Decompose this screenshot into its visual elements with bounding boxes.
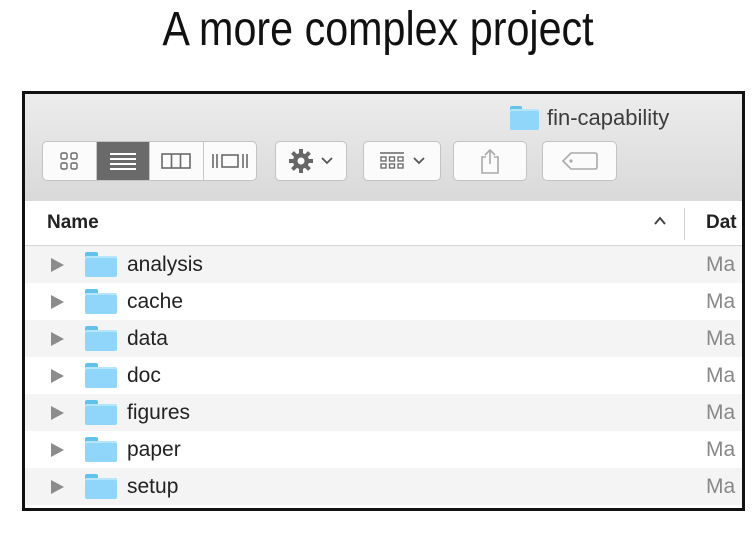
view-mode-group bbox=[42, 141, 257, 181]
disclosure-triangle-icon[interactable] bbox=[51, 480, 64, 494]
cover-flow-button[interactable] bbox=[204, 142, 257, 180]
list-view-button[interactable] bbox=[96, 142, 150, 180]
column-view-icon bbox=[161, 153, 192, 169]
gear-icon bbox=[289, 149, 313, 173]
action-menu-button[interactable] bbox=[275, 141, 347, 181]
icon-view-button[interactable] bbox=[43, 142, 97, 180]
file-name: figures bbox=[127, 401, 191, 424]
folder-icon bbox=[85, 474, 117, 499]
file-date: Ma bbox=[706, 475, 736, 498]
folder-icon bbox=[85, 437, 117, 462]
icon-view-icon bbox=[60, 152, 78, 170]
tag-button[interactable] bbox=[542, 141, 617, 181]
disclosure-triangle-icon[interactable] bbox=[51, 443, 64, 457]
file-name: doc bbox=[127, 364, 161, 387]
file-date: Ma bbox=[706, 327, 736, 350]
share-button[interactable] bbox=[453, 141, 527, 181]
folder-icon bbox=[85, 289, 117, 314]
window-title: fin-capability bbox=[510, 104, 669, 132]
folder-icon bbox=[85, 363, 117, 388]
disclosure-triangle-icon[interactable] bbox=[51, 258, 64, 272]
disclosure-triangle-icon[interactable] bbox=[51, 295, 64, 309]
tag-icon bbox=[561, 152, 598, 170]
cover-flow-icon bbox=[211, 154, 248, 168]
list-item[interactable]: setup Ma bbox=[25, 468, 742, 505]
list-view-icon bbox=[109, 153, 136, 170]
file-date: Ma bbox=[706, 364, 736, 387]
file-date: Ma bbox=[706, 253, 736, 276]
list-item[interactable]: paper Ma bbox=[25, 431, 742, 468]
disclosure-triangle-icon[interactable] bbox=[51, 332, 64, 346]
finder-window: fin-capability Name Dat analysis Ma cach… bbox=[22, 91, 745, 511]
file-name: cache bbox=[127, 290, 184, 313]
file-date: Ma bbox=[706, 438, 736, 461]
file-name: analysis bbox=[127, 253, 203, 276]
list-item[interactable]: data Ma bbox=[25, 320, 742, 357]
file-date: Ma bbox=[706, 290, 736, 313]
folder-icon bbox=[85, 252, 117, 277]
date-column-header[interactable]: Dat bbox=[706, 212, 737, 234]
slide-title: A more complex project bbox=[162, 3, 594, 56]
sort-ascending-icon[interactable] bbox=[653, 214, 667, 228]
arrange-grid-icon bbox=[380, 152, 404, 169]
window-title-text: fin-capability bbox=[547, 105, 670, 130]
chevron-down-icon bbox=[321, 157, 333, 165]
list-item[interactable]: analysis Ma bbox=[25, 246, 742, 283]
column-header: Name Dat bbox=[25, 201, 742, 246]
file-date: Ma bbox=[706, 401, 736, 424]
list-item[interactable]: doc Ma bbox=[25, 357, 742, 394]
folder-icon bbox=[85, 400, 117, 425]
column-divider[interactable] bbox=[684, 208, 685, 240]
list-item[interactable]: figures Ma bbox=[25, 394, 742, 431]
arrange-menu-button[interactable] bbox=[363, 141, 441, 181]
disclosure-triangle-icon[interactable] bbox=[51, 406, 64, 420]
column-view-button[interactable] bbox=[150, 142, 204, 180]
list-item[interactable]: cache Ma bbox=[25, 283, 742, 320]
chevron-down-icon bbox=[413, 157, 425, 165]
file-name: data bbox=[127, 327, 168, 350]
share-icon bbox=[481, 148, 499, 174]
titlebar: fin-capability bbox=[25, 94, 742, 202]
folder-icon bbox=[85, 326, 117, 351]
file-name: setup bbox=[127, 475, 179, 498]
disclosure-triangle-icon[interactable] bbox=[51, 369, 64, 383]
folder-icon bbox=[510, 106, 539, 130]
file-name: paper bbox=[127, 438, 181, 461]
name-column-header[interactable]: Name bbox=[47, 212, 99, 234]
